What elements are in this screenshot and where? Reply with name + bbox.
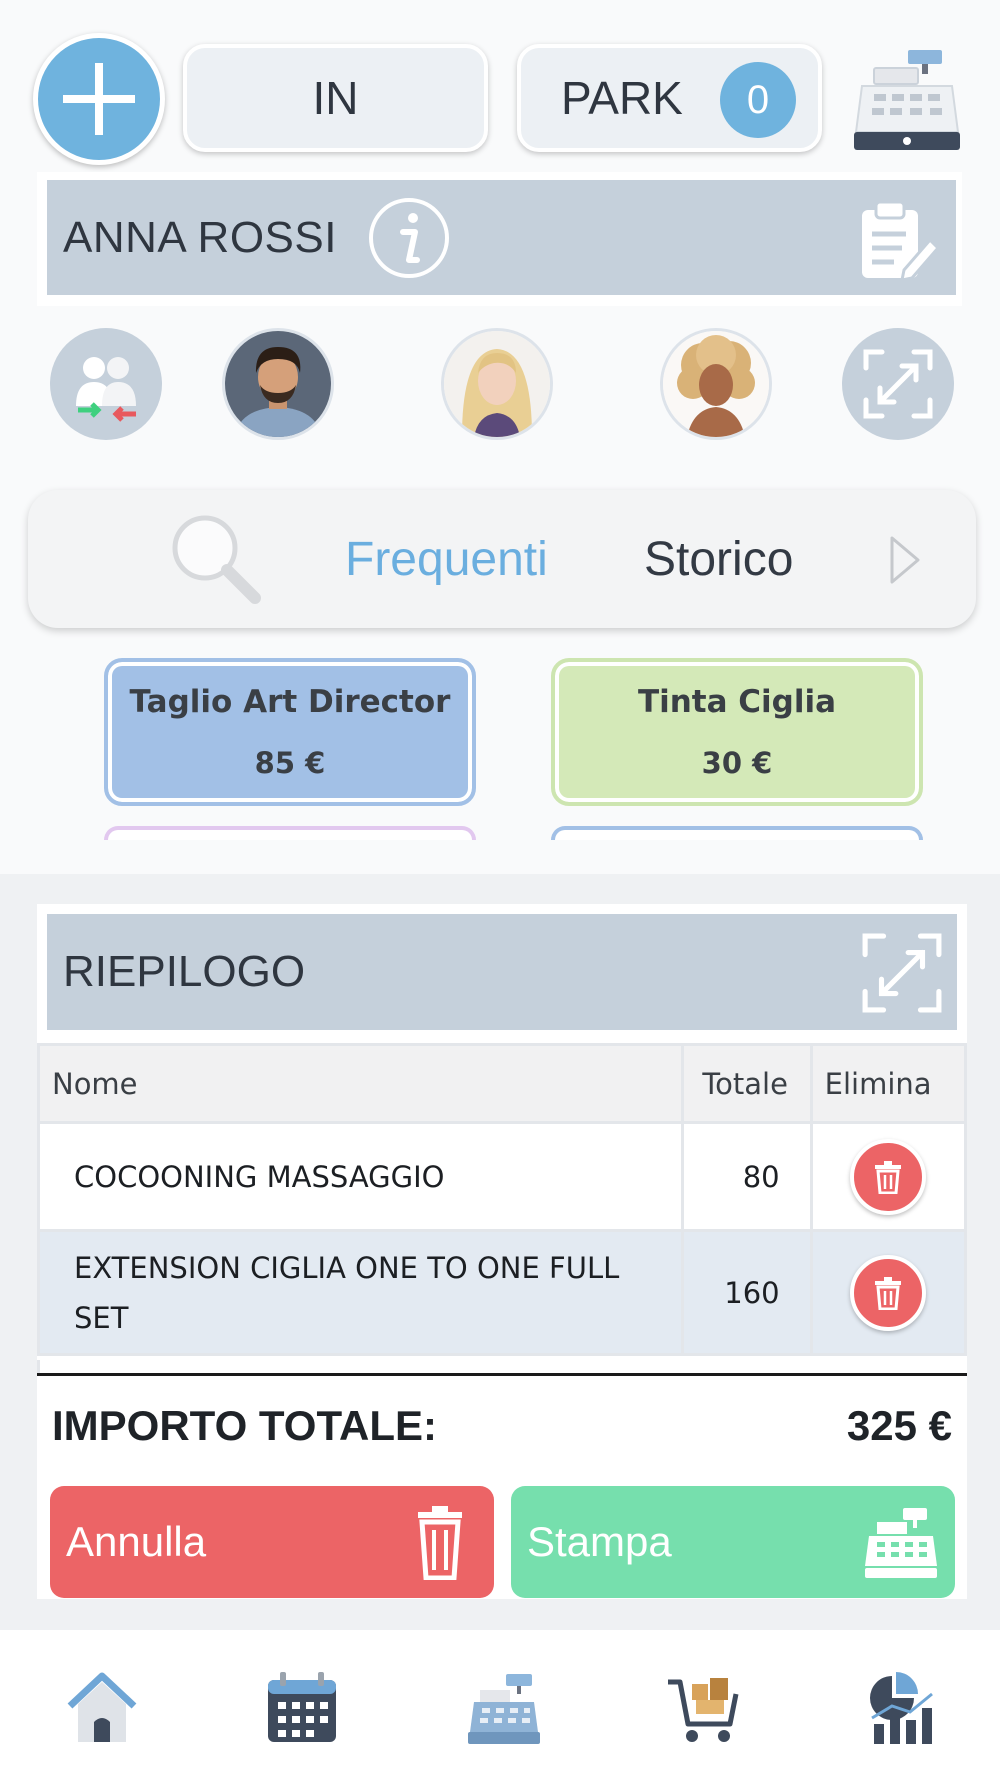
in-button[interactable]: IN <box>183 44 488 152</box>
service-tile[interactable]: Tinta Ciglia 30 € <box>551 658 923 806</box>
service-tile-partial[interactable] <box>551 826 923 840</box>
clipboard-edit-icon[interactable] <box>856 196 942 282</box>
search-icon[interactable] <box>165 510 265 610</box>
table-row: EXTENSION CIGLIA ONE TO ONE FULL SET 160 <box>36 1229 968 1356</box>
service-price: 30 € <box>701 746 773 780</box>
calendar-icon[interactable] <box>264 1670 340 1746</box>
in-label: IN <box>312 72 359 124</box>
chevron-right-icon[interactable] <box>888 534 922 586</box>
statistics-icon[interactable] <box>866 1670 942 1746</box>
summary-header: RIEPILOGO <box>47 914 957 1030</box>
item-name: EXTENSION CIGLIA ONE TO ONE FULL SET <box>36 1229 685 1356</box>
cash-register-icon <box>865 1508 937 1578</box>
swap-clients-icon <box>76 357 136 422</box>
park-count-badge: 0 <box>720 62 796 138</box>
delete-item-button[interactable] <box>850 1254 927 1331</box>
cancel-label: Annulla <box>66 1518 207 1565</box>
table-header-row: Nome Totale Elimina <box>36 1043 968 1124</box>
total-divider <box>37 1373 967 1376</box>
table-scroll-edge <box>37 1360 967 1374</box>
summary-table: Nome Totale Elimina COCOONING MASSAGGIO … <box>36 1043 968 1356</box>
cancel-button[interactable]: Annulla <box>50 1486 494 1598</box>
swap-clients-button[interactable] <box>50 328 162 440</box>
column-header-nome: Nome <box>36 1043 685 1124</box>
tab-storico[interactable]: Storico <box>644 532 793 587</box>
item-total: 80 <box>681 1121 813 1232</box>
service-price: 85 € <box>254 746 326 780</box>
plus-icon <box>63 63 135 135</box>
tab-frequenti[interactable]: Frequenti <box>345 532 548 587</box>
trash-icon <box>875 1160 902 1194</box>
shopping-cart-icon[interactable] <box>666 1670 742 1746</box>
staff-avatar-curly-woman[interactable] <box>660 328 772 440</box>
print-label: Stampa <box>527 1518 672 1565</box>
expand-icon <box>863 349 933 419</box>
service-name: Taglio Art Director <box>129 684 451 720</box>
table-row: COCOONING MASSAGGIO 80 <box>36 1121 968 1232</box>
park-button[interactable]: PARK 0 <box>517 44 822 152</box>
trash-icon <box>418 1506 462 1580</box>
staff-avatar-blonde-woman[interactable] <box>441 328 553 440</box>
add-button[interactable] <box>33 33 165 165</box>
cash-register-icon[interactable] <box>852 48 962 152</box>
client-name: ANNA ROSSI <box>63 212 337 262</box>
delete-cell <box>809 1229 968 1356</box>
expand-staff-button[interactable] <box>842 328 954 440</box>
print-button[interactable]: Stampa <box>511 1486 955 1598</box>
staff-avatar-man[interactable] <box>222 328 334 440</box>
total-value: 325 € <box>846 1402 952 1449</box>
home-icon[interactable] <box>64 1670 140 1746</box>
column-header-elimina: Elimina <box>809 1043 968 1124</box>
client-bar[interactable]: ANNA ROSSI <box>47 180 956 295</box>
summary-title: RIEPILOGO <box>63 947 306 996</box>
service-name: Tinta Ciglia <box>637 684 837 720</box>
column-header-totale: Totale <box>681 1043 813 1124</box>
service-tile-partial[interactable] <box>104 826 476 840</box>
expand-icon[interactable] <box>861 932 943 1014</box>
delete-item-button[interactable] <box>850 1138 927 1215</box>
park-label: PARK <box>561 72 683 124</box>
info-icon[interactable] <box>367 196 451 280</box>
item-name: COCOONING MASSAGGIO <box>36 1121 685 1232</box>
cash-register-icon[interactable] <box>466 1670 542 1746</box>
trash-icon <box>875 1276 902 1310</box>
item-total: 160 <box>681 1229 813 1356</box>
service-tile[interactable]: Taglio Art Director 85 € <box>104 658 476 806</box>
total-label: IMPORTO TOTALE: <box>52 1402 437 1449</box>
delete-cell <box>809 1121 968 1232</box>
